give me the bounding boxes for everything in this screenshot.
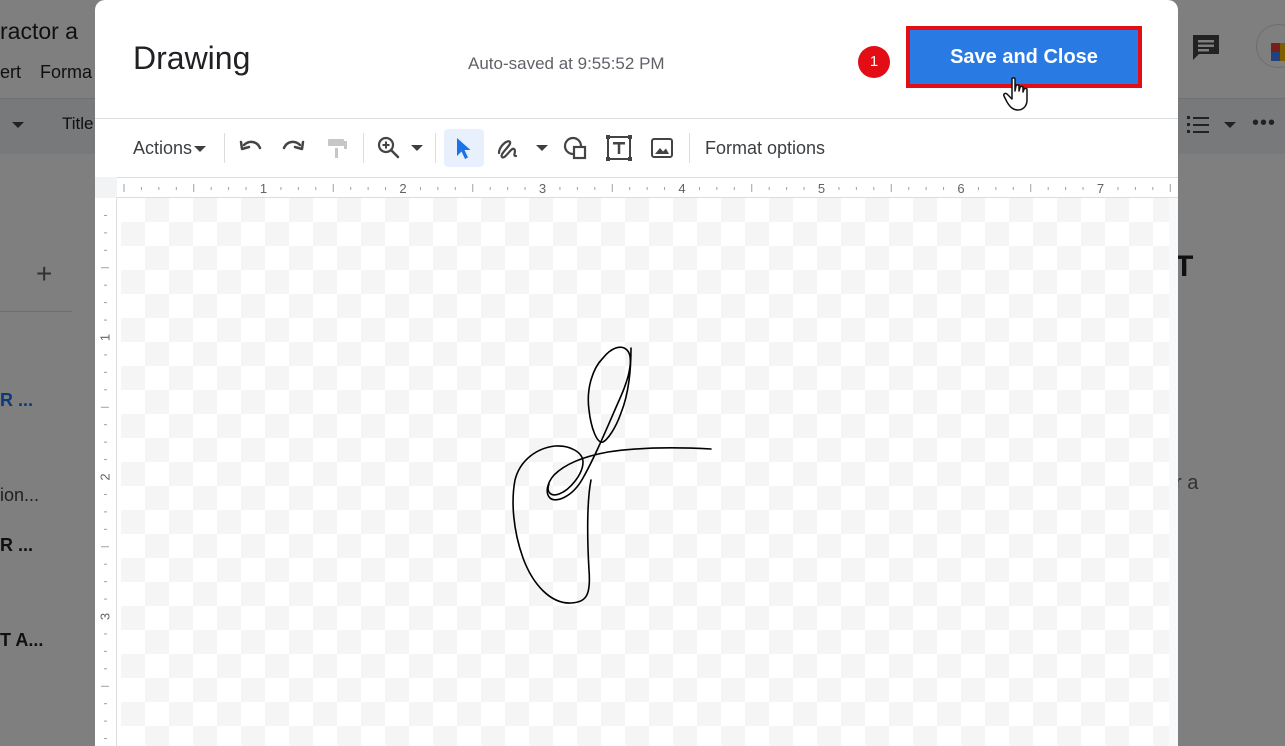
ruler-label: 1 — [260, 181, 267, 196]
shape-icon[interactable] — [561, 134, 589, 162]
ruler-label: 1 — [97, 334, 112, 341]
scribble-icon[interactable] — [494, 134, 522, 162]
vertical-ruler: 1 2 3 — [95, 198, 117, 746]
toolbar-separator — [435, 133, 436, 163]
hand-cursor-icon — [1003, 77, 1028, 111]
chevron-down-icon[interactable] — [411, 145, 423, 151]
select-icon[interactable] — [450, 134, 478, 162]
horizontal-ruler-ticks: 1 2 3 4 5 6 7 — [123, 181, 1171, 196]
text-box-icon[interactable] — [605, 134, 633, 162]
ruler-label: 6 — [957, 181, 964, 196]
chevron-down-icon — [194, 146, 207, 153]
ruler-label: 2 — [399, 181, 406, 196]
horizontal-ruler: 1 2 3 4 5 6 7 — [95, 177, 1178, 198]
toolbar-separator — [689, 133, 690, 163]
toolbar-separator — [224, 133, 225, 163]
actions-label: Actions — [133, 138, 193, 158]
format-options-button[interactable]: Format options — [705, 138, 825, 159]
vertical-ruler-ticks: 1 2 3 — [97, 214, 112, 740]
ruler-label: 4 — [678, 181, 685, 196]
undo-icon[interactable] — [237, 134, 265, 162]
image-icon[interactable] — [648, 134, 676, 162]
redo-icon[interactable] — [279, 134, 307, 162]
dialog-title: Drawing — [133, 40, 251, 76]
paint-format-icon[interactable] — [323, 134, 351, 162]
ruler-label: 7 — [1097, 181, 1104, 196]
zoom-icon[interactable] — [375, 134, 403, 162]
canvas-scrollbar[interactable] — [1169, 198, 1178, 746]
drawing-dialog: Drawing Auto-saved at 9:55:52 PM 1 Save … — [95, 0, 1178, 746]
signature-scribble[interactable] — [121, 198, 1169, 746]
step-badge: 1 — [858, 46, 890, 78]
ruler-label: 3 — [539, 181, 546, 196]
ruler-label: 3 — [97, 613, 112, 620]
toolbar-separator — [363, 133, 364, 163]
ruler-label: 5 — [818, 181, 825, 196]
ruler-corner — [95, 177, 117, 198]
drawing-canvas[interactable] — [121, 198, 1169, 746]
autosave-status: Auto-saved at 9:55:52 PM — [468, 54, 665, 73]
chevron-down-icon[interactable] — [536, 145, 548, 151]
ruler-label: 2 — [97, 473, 112, 480]
drawing-toolbar: Actions Format options — [95, 119, 1178, 177]
actions-menu[interactable]: Actions — [133, 138, 207, 159]
